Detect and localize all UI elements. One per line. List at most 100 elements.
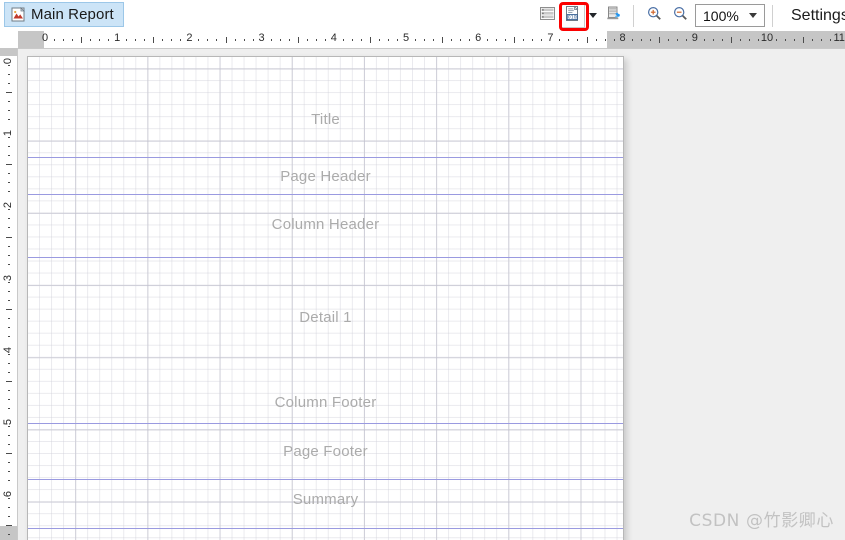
ruler-tick-minor xyxy=(451,39,452,41)
vruler-tick-minor xyxy=(8,264,10,265)
report-data-button[interactable]: 010 xyxy=(559,2,589,31)
vruler-label: 6 xyxy=(2,491,14,498)
vruler-label: 3 xyxy=(2,274,14,281)
zoom-out-button[interactable] xyxy=(667,3,693,29)
vruler-tick-minor xyxy=(8,471,10,472)
ruler-tick-minor xyxy=(704,39,705,41)
vruler-tick-minor xyxy=(8,173,10,174)
vruler-tick-minor xyxy=(8,119,10,120)
ruler-tick-minor xyxy=(343,39,344,41)
ruler-tick-minor xyxy=(216,39,217,41)
ruler-tick-major xyxy=(81,37,82,43)
vertical-ruler[interactable]: 0 1 2 3 4 5 6 xyxy=(0,48,18,540)
tab-main-report[interactable]: Main Report xyxy=(4,2,124,27)
chevron-down-icon xyxy=(749,13,757,18)
ruler-tick-major xyxy=(514,37,515,43)
section-divider[interactable] xyxy=(28,479,623,480)
ruler-tick-minor xyxy=(180,39,181,41)
ruler-label: 4 xyxy=(330,32,337,44)
report-data-dropdown[interactable] xyxy=(585,3,600,29)
vruler-tick-minor xyxy=(8,435,10,436)
vruler-tick-minor xyxy=(8,462,10,463)
database-button[interactable] xyxy=(600,3,626,29)
svg-text:010: 010 xyxy=(568,14,577,20)
ruler-label: 8 xyxy=(619,32,626,44)
ruler-tick-minor xyxy=(352,39,353,41)
ruler-tick-minor xyxy=(568,39,569,41)
ruler-tick-minor xyxy=(505,39,506,41)
vruler-tick-minor xyxy=(8,498,10,499)
vruler-tick-minor xyxy=(8,354,10,355)
ruler-tick-major xyxy=(731,37,732,43)
ruler-tick-minor xyxy=(126,39,127,41)
ruler-tick-minor xyxy=(758,39,759,41)
report-page[interactable]: Title Page Header Column Header Detail 1 Col… xyxy=(27,56,624,540)
vruler-label: 2 xyxy=(2,202,14,209)
ruler-tick-minor xyxy=(253,39,254,41)
vruler-tick-minor xyxy=(8,318,10,319)
ruler-tick-minor xyxy=(144,39,145,41)
magnifier-plus-icon xyxy=(646,5,663,27)
top-toolbar: Main Report 010 100% Settings xyxy=(0,0,845,32)
ruler-label: 2 xyxy=(186,32,193,44)
ruler-tick-minor xyxy=(207,39,208,41)
section-divider[interactable] xyxy=(28,257,623,258)
ruler-label: 10 xyxy=(760,32,774,44)
ruler-tick-minor xyxy=(433,39,434,41)
vruler-tick-minor xyxy=(8,363,10,364)
horizontal-ruler[interactable]: 0 1 2 3 4 5 6 7 8 9 10 11 xyxy=(0,31,845,49)
ruler-tick-minor xyxy=(523,39,524,41)
zoom-in-button[interactable] xyxy=(641,3,667,29)
ruler-tick-minor xyxy=(235,39,236,41)
vruler-tick-major xyxy=(6,525,12,526)
vruler-tick-minor xyxy=(8,516,10,517)
ruler-tick-minor xyxy=(650,39,651,41)
vruler-tick-minor xyxy=(8,480,10,481)
zoom-level-combobox[interactable]: 100% xyxy=(695,4,765,27)
report-designer-window: Main Report 010 100% Settings 0 1 2 3 4 … xyxy=(0,0,845,540)
ruler-tick-minor xyxy=(749,39,750,41)
toolbar-separator-2 xyxy=(772,4,773,27)
ruler-tick-minor xyxy=(577,39,578,41)
ruler-tick-major xyxy=(442,37,443,43)
ruler-tick-minor xyxy=(99,39,100,41)
vruler-tick-minor xyxy=(8,399,10,400)
ruler-tick-major xyxy=(153,37,154,43)
database-icon xyxy=(605,5,622,27)
field-list-button[interactable] xyxy=(534,3,560,29)
ruler-tick-minor xyxy=(361,39,362,41)
section-divider[interactable] xyxy=(28,528,623,529)
designer-workspace[interactable]: Title Page Header Column Header Detail 1 Col… xyxy=(18,49,845,540)
ruler-tick-major xyxy=(659,37,660,43)
ruler-tick-minor xyxy=(397,39,398,41)
section-divider[interactable] xyxy=(28,423,623,424)
section-divider[interactable] xyxy=(28,194,623,195)
section-divider[interactable] xyxy=(28,157,623,158)
ruler-label: 11 xyxy=(833,32,845,44)
ruler-label: 1 xyxy=(114,32,121,44)
ruler-corner xyxy=(0,31,17,48)
settings-button[interactable]: Settings xyxy=(791,7,845,25)
ruler-tick-minor xyxy=(713,39,714,41)
ruler-tick-minor xyxy=(541,39,542,41)
vruler-label: 0 xyxy=(2,57,14,65)
ruler-tick-minor xyxy=(307,39,308,41)
vruler-tick-minor xyxy=(8,218,10,219)
ruler-label: 9 xyxy=(691,32,698,44)
ruler-tick-minor xyxy=(821,39,822,41)
vruler-tick-major xyxy=(6,164,12,165)
vruler-tick-minor xyxy=(8,209,10,210)
ruler-tick-minor xyxy=(830,39,831,41)
report-data-010-icon: 010 xyxy=(564,5,581,27)
vruler-tick-minor xyxy=(8,137,10,138)
vruler-label: 1 xyxy=(2,130,14,137)
vruler-tick-minor xyxy=(8,408,10,409)
ruler-tick-minor xyxy=(424,39,425,41)
vruler-tick-minor xyxy=(8,336,10,337)
vruler-inactive-top xyxy=(0,48,17,56)
ruler-tick-major xyxy=(226,37,227,43)
vruler-label: 4 xyxy=(2,346,14,353)
ruler-tick-minor xyxy=(54,39,55,41)
ruler-tick-minor xyxy=(271,39,272,41)
vruler-tick-major xyxy=(6,237,12,238)
